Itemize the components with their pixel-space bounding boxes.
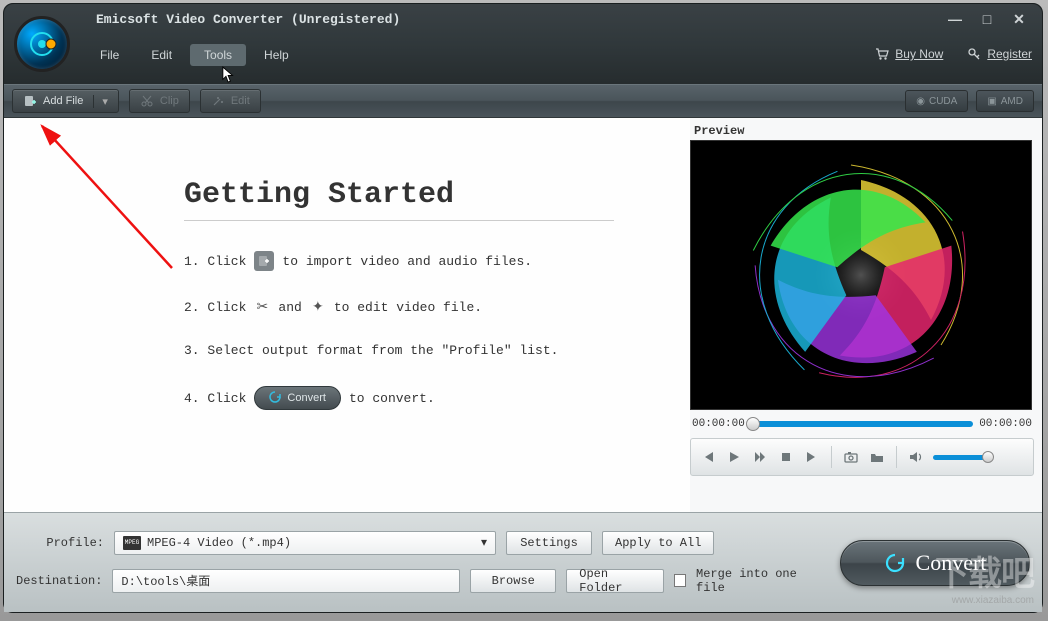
- app-logo-icon: [14, 16, 70, 72]
- timeline: 00:00:00 00:00:00: [690, 410, 1034, 438]
- nvidia-icon: ◉: [916, 96, 925, 107]
- menu-file[interactable]: File: [86, 44, 133, 66]
- play-button[interactable]: [725, 448, 743, 466]
- window-title: Emicsoft Video Converter (Unregistered): [96, 12, 400, 27]
- wand-icon: [211, 94, 225, 108]
- key-icon: [967, 47, 981, 61]
- amd-chip[interactable]: ▣ AMD: [976, 90, 1034, 112]
- clip-label: Clip: [160, 95, 179, 107]
- clip-button[interactable]: Clip: [129, 89, 190, 113]
- add-file-button[interactable]: Add File ▾: [12, 89, 119, 113]
- edit-button[interactable]: Edit: [200, 89, 261, 113]
- time-start: 00:00:00: [692, 418, 745, 430]
- menu-bar: File Edit Tools Help: [86, 44, 303, 66]
- buy-now-label: Buy Now: [895, 47, 943, 61]
- toolbar: Add File ▾ Clip Edit ◉ CUDA ▣ AMD: [4, 84, 1042, 118]
- time-end: 00:00:00: [979, 418, 1032, 430]
- add-file-icon: [23, 94, 37, 108]
- close-button[interactable]: ✕: [1008, 10, 1030, 28]
- add-file-caret-icon[interactable]: ▾: [93, 95, 108, 108]
- step-4: 4. Click Convert to convert.: [184, 386, 670, 410]
- mpeg-icon: MPEG: [123, 536, 141, 550]
- profile-combo[interactable]: MPEG MPEG-4 Video (*.mp4) ▾: [114, 531, 496, 555]
- stop-button[interactable]: [777, 448, 795, 466]
- titlebar: Emicsoft Video Converter (Unregistered) …: [4, 4, 1042, 84]
- add-file-label: Add File: [43, 95, 83, 107]
- settings-button[interactable]: Settings: [506, 531, 592, 555]
- mouse-cursor-icon: [222, 66, 236, 84]
- open-folder-dest-button[interactable]: Open Folder: [566, 569, 664, 593]
- cuda-chip[interactable]: ◉ CUDA: [905, 90, 968, 112]
- preview-video: [690, 140, 1032, 410]
- step-1: 1. Click to import video and audio files…: [184, 251, 670, 271]
- edit-label: Edit: [231, 95, 250, 107]
- register-label: Register: [987, 47, 1032, 61]
- register-link[interactable]: Register: [967, 47, 1032, 61]
- merge-checkbox[interactable]: [674, 574, 686, 587]
- menu-tools[interactable]: Tools: [190, 44, 246, 66]
- destination-label: Destination:: [16, 574, 102, 588]
- menu-edit[interactable]: Edit: [137, 44, 186, 66]
- browse-button[interactable]: Browse: [470, 569, 556, 593]
- preview-pane: Preview: [690, 118, 1042, 512]
- fast-forward-button[interactable]: [751, 448, 769, 466]
- profile-value: MPEG-4 Video (*.mp4): [147, 536, 291, 550]
- wand-small-icon: ✦: [310, 299, 326, 315]
- destination-input[interactable]: D:\tools\桌面: [112, 569, 460, 593]
- getting-started-heading: Getting Started: [184, 178, 614, 221]
- cart-icon: [875, 47, 889, 61]
- bottom-panel: Profile: MPEG MPEG-4 Video (*.mp4) ▾ Set…: [4, 512, 1042, 612]
- annotation-arrow-icon: [32, 118, 242, 328]
- preview-label: Preview: [690, 122, 1034, 140]
- scissors-icon: [140, 94, 154, 108]
- open-folder-button[interactable]: [868, 448, 886, 466]
- chevron-down-icon: ▾: [481, 535, 487, 550]
- player-controls: [690, 438, 1034, 476]
- import-icon: [254, 251, 274, 271]
- snapshot-button[interactable]: [842, 448, 860, 466]
- refresh-icon: [269, 391, 281, 406]
- step-2: 2. Click ✂ and ✦ to edit video file.: [184, 299, 670, 315]
- maximize-button[interactable]: □: [976, 10, 998, 28]
- minimize-button[interactable]: —: [944, 10, 966, 28]
- prev-button[interactable]: [699, 448, 717, 466]
- convert-refresh-icon: [884, 552, 906, 574]
- volume-slider[interactable]: [933, 455, 989, 460]
- convert-pill-demo: Convert: [254, 386, 341, 410]
- volume-button[interactable]: [907, 448, 925, 466]
- profile-label: Profile:: [16, 536, 104, 550]
- getting-started-pane: Getting Started 1. Click to import video…: [4, 118, 690, 512]
- apply-all-button[interactable]: Apply to All: [602, 531, 714, 555]
- step-3: 3. Select output format from the "Profil…: [184, 343, 670, 358]
- merge-label: Merge into one file: [696, 567, 820, 595]
- scissors-small-icon: ✂: [254, 299, 270, 315]
- convert-label: Convert: [916, 550, 987, 576]
- convert-button[interactable]: Convert: [840, 540, 1030, 586]
- buy-now-link[interactable]: Buy Now: [875, 47, 943, 61]
- content-area: Getting Started 1. Click to import video…: [4, 118, 1042, 512]
- destination-value: D:\tools\桌面: [121, 572, 210, 589]
- next-button[interactable]: [803, 448, 821, 466]
- menu-help[interactable]: Help: [250, 44, 303, 66]
- amd-icon: ▣: [987, 96, 996, 107]
- seek-slider[interactable]: [751, 421, 973, 427]
